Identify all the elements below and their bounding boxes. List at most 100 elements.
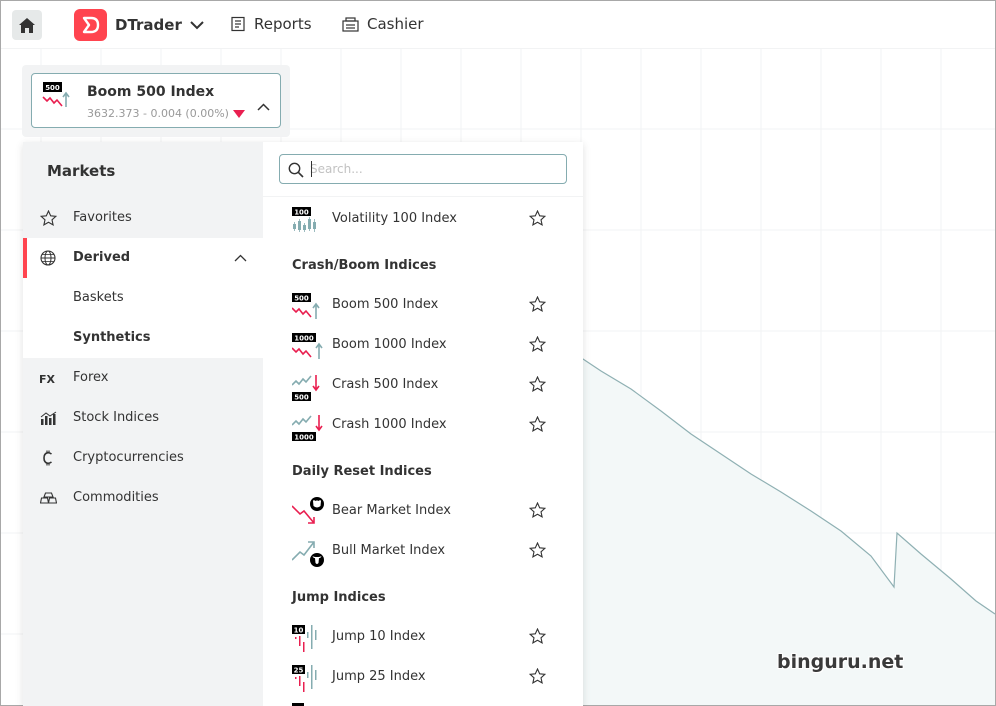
market-item-crash-1000[interactable]: 1000 Crash 1000 Index bbox=[263, 405, 583, 445]
star-icon bbox=[39, 210, 57, 226]
sidebar-item-label: Cryptocurrencies bbox=[73, 450, 184, 465]
volatility-100-icon: 100 bbox=[292, 207, 316, 232]
nav-cashier-label: Cashier bbox=[367, 15, 424, 33]
boom-500-icon: 500 bbox=[42, 82, 70, 107]
sidebar-item-label: Forex bbox=[73, 370, 109, 385]
bull-market-icon bbox=[292, 541, 324, 567]
chevron-up-icon bbox=[257, 96, 270, 115]
market-item-boom-1000[interactable]: 1000 Boom 1000 Index bbox=[263, 325, 583, 365]
chevron-down-icon bbox=[190, 20, 204, 30]
svg-text:500: 500 bbox=[294, 394, 309, 402]
market-item-label: Boom 1000 Index bbox=[332, 337, 447, 352]
market-item-label: Boom 500 Index bbox=[332, 297, 439, 312]
market-item-bear-market[interactable]: Bear Market Index bbox=[263, 491, 583, 531]
svg-text:25: 25 bbox=[294, 667, 304, 675]
sidebar-item-baskets[interactable]: Baskets bbox=[23, 278, 263, 318]
boom-1000-icon: 1000 bbox=[292, 333, 323, 359]
market-item-volatility-100[interactable]: 100 Volatility 100 Index bbox=[263, 199, 583, 239]
market-item-label: Jump 25 Index bbox=[332, 669, 426, 684]
cashier-icon bbox=[342, 16, 359, 32]
symbol-name: Boom 500 Index bbox=[87, 84, 215, 100]
jump-10-icon: 10 bbox=[292, 625, 317, 652]
star-icon[interactable] bbox=[529, 628, 546, 644]
home-button[interactable] bbox=[12, 10, 42, 40]
star-icon[interactable] bbox=[529, 542, 546, 558]
market-item-bull-market[interactable]: Bull Market Index bbox=[263, 531, 583, 571]
market-item-label: Crash 500 Index bbox=[332, 377, 439, 392]
group-title-jump: Jump Indices bbox=[292, 590, 386, 605]
sidebar-item-forex[interactable]: FX Forex bbox=[23, 358, 263, 398]
star-icon[interactable] bbox=[529, 668, 546, 684]
svg-text:500: 500 bbox=[45, 84, 60, 92]
crash-500-icon: 500 bbox=[292, 375, 320, 402]
boom-500-icon: 500 bbox=[292, 293, 320, 319]
market-item-label: Bear Market Index bbox=[332, 503, 451, 518]
markets-list[interactable]: 100 Volatility 100 Index Crash/Boom Indi… bbox=[263, 142, 583, 706]
market-item-label: Jump 10 Index bbox=[332, 629, 426, 644]
svg-text:500: 500 bbox=[294, 295, 309, 303]
sidebar-item-label: Synthetics bbox=[73, 330, 151, 345]
text-caret bbox=[311, 161, 312, 177]
sidebar-item-label: Baskets bbox=[73, 290, 124, 305]
nav-reports[interactable]: Reports bbox=[230, 15, 312, 33]
symbol-price-text: 3632.373 - 0.004 (0.00%) bbox=[87, 107, 229, 120]
market-item-jump-25[interactable]: 25 Jump 25 Index bbox=[263, 657, 583, 697]
top-header: DTrader Reports Cashier bbox=[1, 1, 995, 49]
nav-cashier[interactable]: Cashier bbox=[342, 15, 424, 33]
chevron-up-icon bbox=[234, 251, 247, 266]
svg-text:1000: 1000 bbox=[294, 335, 314, 343]
platform-name: DTrader bbox=[115, 16, 182, 34]
symbol-price: 3632.373 - 0.004 (0.00%) bbox=[87, 107, 245, 120]
star-icon[interactable] bbox=[529, 336, 546, 352]
bear-market-icon bbox=[292, 497, 324, 524]
home-icon bbox=[19, 17, 35, 33]
search-bar bbox=[263, 142, 583, 197]
star-icon[interactable] bbox=[529, 376, 546, 392]
sidebar-item-stock-indices[interactable]: Stock Indices bbox=[23, 398, 263, 438]
dtrader-logo-icon bbox=[74, 9, 107, 41]
sidebar-item-commodities[interactable]: Commodities bbox=[23, 478, 263, 518]
svg-text:10: 10 bbox=[294, 627, 304, 635]
jump-25-icon: 25 bbox=[292, 665, 317, 692]
sidebar-item-label: Stock Indices bbox=[73, 410, 159, 425]
price-down-icon bbox=[232, 109, 245, 118]
search-input[interactable] bbox=[310, 159, 560, 179]
group-title-daily-reset: Daily Reset Indices bbox=[292, 464, 432, 479]
search-box[interactable] bbox=[279, 154, 567, 184]
markets-sidebar: Markets Favorites Derived Baskets Synthe… bbox=[23, 142, 263, 706]
svg-text:100: 100 bbox=[294, 209, 309, 217]
market-item-label: Bull Market Index bbox=[332, 543, 446, 558]
sidebar-item-label: Favorites bbox=[73, 210, 132, 225]
svg-text:1000: 1000 bbox=[294, 434, 314, 442]
star-icon[interactable] bbox=[529, 210, 546, 226]
group-title-crash-boom: Crash/Boom Indices bbox=[292, 258, 437, 273]
star-icon[interactable] bbox=[529, 296, 546, 312]
search-icon bbox=[288, 162, 304, 178]
svg-text:FX: FX bbox=[39, 373, 56, 384]
globe-icon bbox=[39, 250, 57, 266]
sidebar-item-label: Derived bbox=[73, 250, 131, 265]
sidebar-item-synthetics[interactable]: Synthetics bbox=[23, 318, 263, 358]
sidebar-item-cryptocurrencies[interactable]: Cryptocurrencies bbox=[23, 438, 263, 478]
crypto-icon bbox=[39, 450, 57, 466]
stock-indices-icon bbox=[39, 410, 57, 426]
sidebar-item-derived[interactable]: Derived bbox=[23, 238, 263, 278]
reports-icon bbox=[230, 16, 246, 32]
crash-1000-icon: 1000 bbox=[292, 415, 323, 442]
star-icon[interactable] bbox=[529, 416, 546, 432]
markets-title: Markets bbox=[47, 162, 116, 180]
symbol-selector[interactable]: 500 Boom 500 Index 3632.373 - 0.004 (0.0… bbox=[31, 73, 281, 128]
sidebar-item-favorites[interactable]: Favorites bbox=[23, 198, 263, 238]
market-item-jump-10[interactable]: 10 Jump 10 Index bbox=[263, 617, 583, 657]
symbol-selector-container: 500 Boom 500 Index 3632.373 - 0.004 (0.0… bbox=[22, 65, 290, 137]
platform-switcher[interactable]: DTrader bbox=[74, 9, 204, 41]
market-item-boom-500[interactable]: 500 Boom 500 Index bbox=[263, 285, 583, 325]
fx-icon: FX bbox=[39, 370, 57, 386]
star-icon[interactable] bbox=[529, 502, 546, 518]
sidebar-item-label: Commodities bbox=[73, 490, 159, 505]
market-item-crash-500[interactable]: 500 Crash 500 Index bbox=[263, 365, 583, 405]
market-item-label: Volatility 100 Index bbox=[332, 211, 458, 226]
watermark-text: binguru.net bbox=[777, 651, 904, 673]
markets-dropdown: Markets Favorites Derived Baskets Synthe… bbox=[23, 142, 583, 706]
commodities-icon bbox=[39, 490, 57, 506]
